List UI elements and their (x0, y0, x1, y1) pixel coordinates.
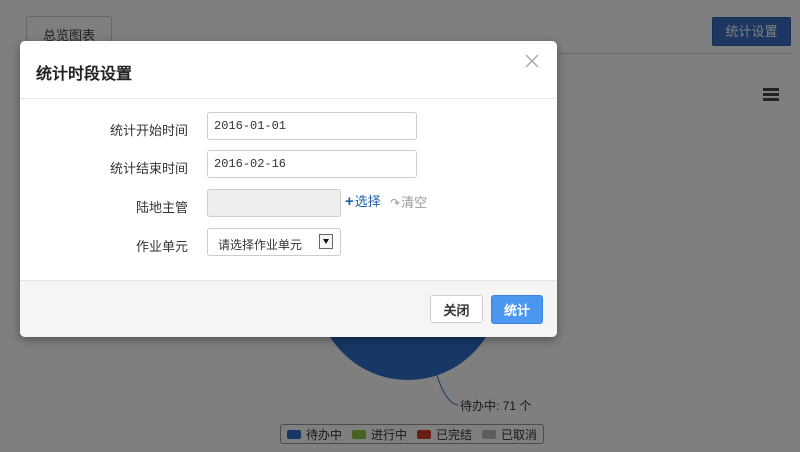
form-row-end-time: 统计结束时间 (20, 150, 557, 180)
select-manager-link[interactable]: +选择 (345, 191, 381, 210)
form-row-manager: 陆地主管 +选择 ↷清空 (20, 189, 557, 219)
dialog-footer: 关闭 统计 (20, 280, 557, 337)
unit-label: 作业单元 (135, 239, 188, 254)
dialog-title: 统计时段设置 (36, 66, 133, 83)
end-time-input[interactable] (207, 150, 417, 178)
form-row-start-time: 统计开始时间 (20, 112, 557, 142)
start-time-label: 统计开始时间 (109, 123, 188, 138)
clear-manager-link[interactable]: ↷清空 (390, 192, 427, 211)
close-icon[interactable] (525, 54, 539, 68)
form-row-unit: 作业单元 请选择作业单元 (20, 228, 557, 258)
start-time-input[interactable] (207, 112, 417, 140)
close-button[interactable]: 关闭 (430, 295, 483, 323)
unit-select[interactable]: 请选择作业单元 (207, 228, 341, 256)
chevron-down-icon (319, 234, 333, 249)
undo-icon: ↷ (390, 196, 401, 210)
stat-period-dialog: 统计时段设置 统计开始时间 统计结束时间 陆地主管 +选择 ↷清空 作业单元 请… (20, 41, 557, 337)
submit-stat-button[interactable]: 统计 (491, 295, 543, 324)
manager-input (207, 189, 341, 217)
end-time-label: 统计结束时间 (109, 161, 188, 176)
select-link-label: 选择 (354, 194, 381, 209)
manager-label: 陆地主管 (135, 200, 188, 215)
clear-link-label: 清空 (401, 195, 428, 210)
unit-select-value: 请选择作业单元 (218, 238, 303, 252)
plus-icon: + (345, 193, 354, 210)
dialog-header: 统计时段设置 (20, 41, 557, 99)
